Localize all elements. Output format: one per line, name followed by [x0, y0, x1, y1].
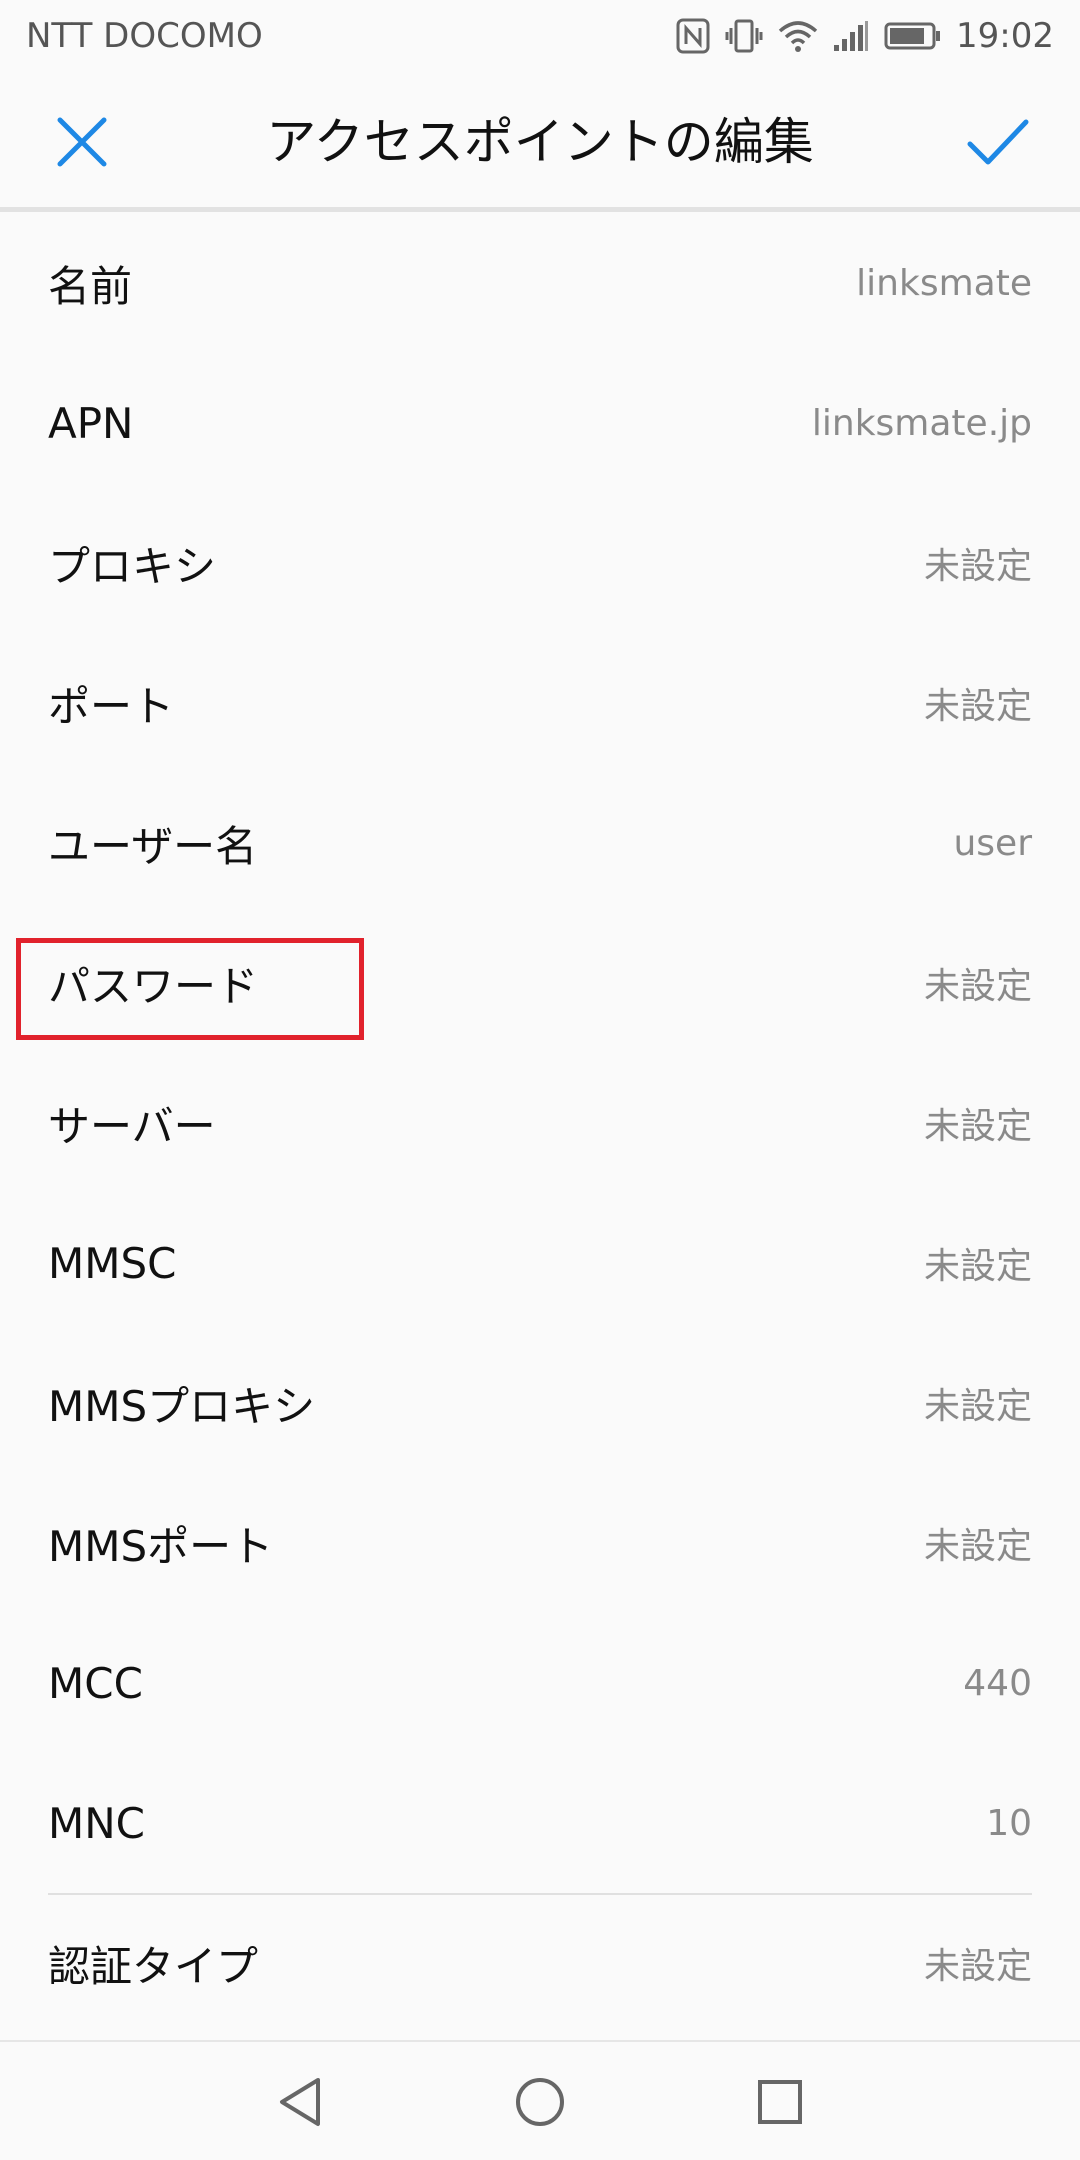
setting-value: 未設定 — [923, 1526, 1032, 1567]
status-icons: 19:02 — [676, 16, 1054, 56]
carrier-name: NTT DOCOMO — [26, 16, 263, 56]
setting-row-mcc[interactable]: MCC 440 — [0, 1613, 1080, 1753]
recents-icon — [758, 2080, 802, 2124]
setting-label: ポート — [48, 681, 175, 731]
setting-row-username[interactable]: ユーザー名 user — [0, 773, 1080, 913]
home-button[interactable] — [500, 2062, 580, 2142]
setting-label: ユーザー名 — [48, 821, 258, 871]
setting-value: 440 — [963, 1662, 1032, 1704]
setting-value: linksmate.jp — [811, 402, 1032, 444]
apn-settings-list: 名前 linksmate APN linksmate.jp プロキシ 未設定 ポ… — [0, 213, 1080, 2033]
apn-edit-screen: NTT DOCOMO 19:02 アクセスポイントの編集 名前 linksmat… — [0, 0, 1080, 2160]
setting-row-port[interactable]: ポート 未設定 — [0, 633, 1080, 773]
setting-value: 未設定 — [923, 1386, 1032, 1427]
setting-row-mnc[interactable]: MNC 10 — [0, 1753, 1080, 1893]
setting-label: MNC — [48, 1798, 145, 1848]
setting-label: パスワード — [48, 961, 259, 1011]
setting-value: 未設定 — [923, 546, 1032, 587]
setting-label: サーバー — [48, 1101, 216, 1151]
setting-row-mmsc[interactable]: MMSC 未設定 — [0, 1193, 1080, 1333]
navigation-bar — [0, 2040, 1080, 2160]
setting-label: 認証タイプ — [48, 1941, 259, 1991]
home-icon — [516, 2078, 564, 2126]
setting-label: MMSプロキシ — [48, 1381, 316, 1431]
setting-row-auth-type[interactable]: 認証タイプ 未設定 — [0, 1893, 1080, 2033]
setting-value: 未設定 — [923, 1946, 1032, 1987]
setting-label: MMSポート — [48, 1521, 274, 1571]
setting-row-name[interactable]: 名前 linksmate — [0, 213, 1080, 353]
setting-value: 未設定 — [923, 686, 1032, 727]
page-title: アクセスポイントの編集 — [266, 113, 814, 171]
setting-row-server[interactable]: サーバー 未設定 — [0, 1053, 1080, 1193]
setting-value: user — [953, 822, 1032, 864]
back-button[interactable] — [260, 2062, 340, 2142]
setting-label: 名前 — [48, 261, 133, 311]
setting-row-password[interactable]: パスワード 未設定 — [0, 913, 1080, 1053]
setting-label: APN — [48, 398, 134, 448]
nfc-icon — [676, 18, 710, 54]
check-icon — [967, 119, 1029, 165]
battery-icon — [884, 22, 941, 50]
vibrate-icon — [725, 19, 763, 53]
setting-value: 未設定 — [923, 1246, 1032, 1287]
setting-label: MMSC — [48, 1238, 177, 1288]
setting-row-proxy[interactable]: プロキシ 未設定 — [0, 493, 1080, 633]
wifi-icon — [778, 21, 818, 52]
setting-value: 未設定 — [923, 966, 1032, 1007]
clock: 19:02 — [956, 16, 1054, 56]
setting-row-mms-proxy[interactable]: MMSプロキシ 未設定 — [0, 1333, 1080, 1473]
back-icon — [280, 2078, 320, 2126]
signal-icon — [834, 21, 869, 51]
status-bar: NTT DOCOMO 19:02 — [0, 0, 1080, 72]
save-button[interactable] — [958, 102, 1038, 182]
setting-value: 10 — [986, 1802, 1032, 1844]
setting-label: プロキシ — [48, 541, 217, 591]
setting-row-apn[interactable]: APN linksmate.jp — [0, 353, 1080, 493]
app-bar: アクセスポイントの編集 — [0, 72, 1080, 212]
setting-label: MCC — [48, 1658, 143, 1708]
recents-button[interactable] — [740, 2062, 820, 2142]
setting-value: linksmate — [856, 262, 1032, 304]
setting-value: 未設定 — [923, 1106, 1032, 1147]
setting-row-mms-port[interactable]: MMSポート 未設定 — [0, 1473, 1080, 1613]
